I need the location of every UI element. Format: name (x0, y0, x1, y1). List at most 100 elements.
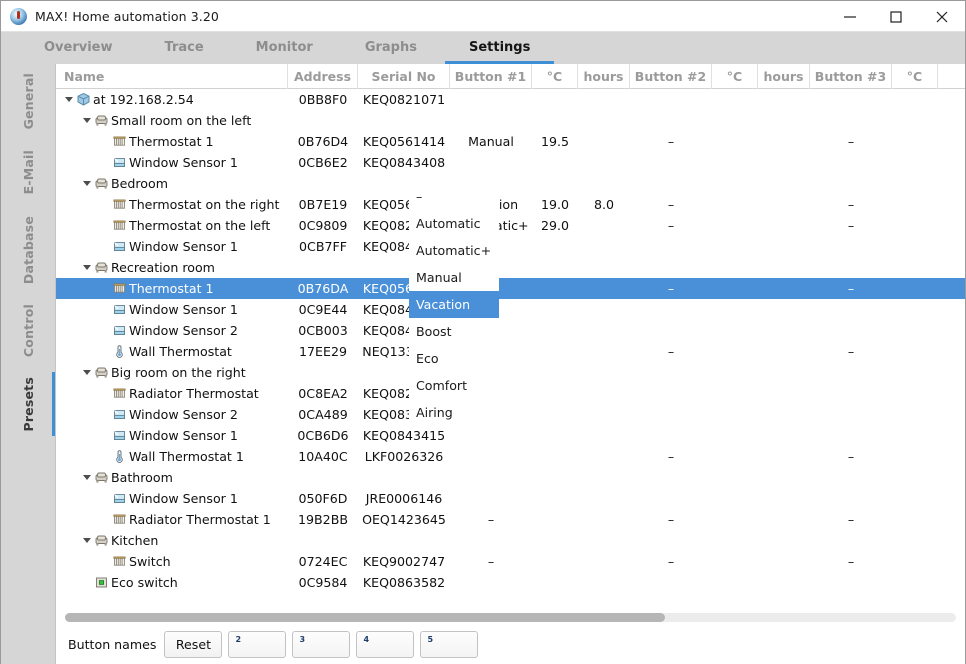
cell-c1[interactable] (532, 446, 578, 467)
tab-overview[interactable]: Overview (18, 32, 139, 64)
table-row[interactable]: Recreation room (56, 257, 965, 278)
cell-c3[interactable] (892, 215, 938, 236)
chevron-down-icon[interactable] (80, 467, 93, 488)
cell-c1[interactable] (532, 173, 578, 194)
cell-b3[interactable] (810, 488, 892, 509)
cell-address[interactable]: 0CB7FF (288, 236, 358, 257)
cell-c2[interactable] (712, 236, 758, 257)
cell-c2[interactable] (712, 173, 758, 194)
cell-c1[interactable] (532, 110, 578, 131)
cell-address[interactable]: 0B76D4 (288, 131, 358, 152)
device-name-cell[interactable]: Window Sensor 1 (56, 299, 288, 320)
cell-c2[interactable] (712, 341, 758, 362)
cell-h1[interactable] (578, 530, 630, 551)
cell-h2[interactable] (758, 572, 810, 593)
cell-b2[interactable] (630, 362, 712, 383)
cell-h1[interactable] (578, 110, 630, 131)
cell-b2[interactable]: – (630, 509, 712, 530)
cell-b3[interactable] (810, 110, 892, 131)
cell-h1[interactable] (578, 446, 630, 467)
cell-h1[interactable] (578, 257, 630, 278)
device-name-cell[interactable]: Thermostat on the left (56, 215, 288, 236)
cell-c1[interactable] (532, 488, 578, 509)
table-row[interactable]: Window Sensor 2 0CB003 KEQ0841565 (56, 320, 965, 341)
table-row[interactable]: Big room on the right (56, 362, 965, 383)
column-header--c[interactable]: °C (712, 64, 758, 89)
cell-b2[interactable]: – (630, 341, 712, 362)
cell-h1[interactable] (578, 215, 630, 236)
cell-c1[interactable] (532, 299, 578, 320)
cell-b1[interactable] (450, 530, 532, 551)
cell-address[interactable]: 0C9809 (288, 215, 358, 236)
tab-settings[interactable]: Settings (443, 32, 556, 64)
cell-serial[interactable]: KEQ0863582 (358, 572, 450, 593)
cell-address[interactable]: 0BB8F0 (288, 89, 358, 110)
cell-h1[interactable] (578, 362, 630, 383)
button-name-field-5[interactable]: 5 (420, 630, 479, 658)
cell-h2[interactable] (758, 131, 810, 152)
cell-b2[interactable] (630, 404, 712, 425)
cell-h1[interactable] (578, 425, 630, 446)
cell-h1[interactable] (578, 320, 630, 341)
button-mode-dropdown[interactable]: – Automatic Automatic+ Manual Vacation Boost E… (409, 183, 499, 426)
cell-address[interactable]: 0724EC (288, 551, 358, 572)
cell-c2[interactable] (712, 404, 758, 425)
cell-h2[interactable] (758, 257, 810, 278)
cell-c1[interactable] (532, 572, 578, 593)
cell-c1[interactable] (532, 530, 578, 551)
cell-b2[interactable] (630, 572, 712, 593)
cell-c3[interactable] (892, 572, 938, 593)
cell-b2[interactable]: – (630, 446, 712, 467)
cell-c2[interactable] (712, 320, 758, 341)
cell-c1[interactable] (532, 236, 578, 257)
cell-c3[interactable] (892, 320, 938, 341)
cell-c2[interactable] (712, 131, 758, 152)
cell-h1[interactable] (578, 236, 630, 257)
cell-h2[interactable] (758, 425, 810, 446)
cell-serial[interactable]: KEQ9002747 (358, 551, 450, 572)
cell-c1[interactable] (532, 509, 578, 530)
cell-c3[interactable] (892, 236, 938, 257)
cell-c3[interactable] (892, 530, 938, 551)
device-name-cell[interactable]: Wall Thermostat 1 (56, 446, 288, 467)
cell-b3[interactable] (810, 257, 892, 278)
cell-c3[interactable] (892, 383, 938, 404)
close-icon[interactable] (919, 1, 965, 32)
cell-b1[interactable] (450, 488, 532, 509)
cell-address[interactable]: 0B7E19 (288, 194, 358, 215)
table-row[interactable]: Thermostat 1 0B76D4 KEQ0561414 Manual 19.5 – – (56, 131, 965, 152)
cell-b1[interactable] (450, 89, 532, 110)
cell-h2[interactable] (758, 530, 810, 551)
sidebar-item-e-mail[interactable]: E-Mail (1, 138, 55, 206)
tab-monitor[interactable]: Monitor (230, 32, 339, 64)
cell-c3[interactable] (892, 467, 938, 488)
cell-address[interactable]: 0B76DA (288, 278, 358, 299)
device-name-cell[interactable]: Big room on the right (56, 362, 288, 383)
button-name-field-4[interactable]: 4 (356, 630, 415, 658)
cell-b3[interactable]: – (810, 194, 892, 215)
cell-h1[interactable] (578, 173, 630, 194)
cell-b3[interactable] (810, 173, 892, 194)
column-header-hours[interactable]: hours (758, 64, 810, 89)
cell-c3[interactable] (892, 110, 938, 131)
button-name-field-3[interactable]: 3 (292, 630, 351, 658)
cell-c3[interactable] (892, 551, 938, 572)
cell-address[interactable] (288, 362, 358, 383)
device-name-cell[interactable]: Window Sensor 1 (56, 425, 288, 446)
cell-c2[interactable] (712, 572, 758, 593)
cell-b3[interactable]: – (810, 551, 892, 572)
device-name-cell[interactable]: Kitchen (56, 530, 288, 551)
sidebar-item-presets[interactable]: Presets (1, 368, 55, 440)
column-header-button-1[interactable]: Button #1 (450, 64, 532, 89)
cell-c1[interactable] (532, 383, 578, 404)
table-row[interactable]: Window Sensor 1 0CB7FF KEQ0843539 (56, 236, 965, 257)
device-name-cell[interactable]: Window Sensor 1 (56, 488, 288, 509)
cell-b3[interactable] (810, 530, 892, 551)
cell-c1[interactable] (532, 278, 578, 299)
dropdown-item[interactable]: Automatic+ (409, 237, 499, 264)
cell-serial[interactable]: OEQ1423645 (358, 509, 450, 530)
cell-c2[interactable] (712, 446, 758, 467)
cell-c2[interactable] (712, 530, 758, 551)
table-row[interactable]: Small room on the left (56, 110, 965, 131)
cell-c2[interactable] (712, 89, 758, 110)
